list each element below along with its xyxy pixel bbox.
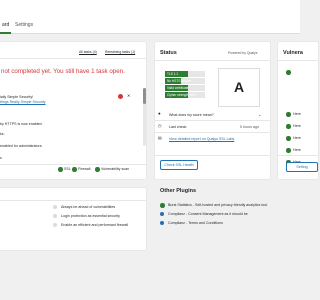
vulnerability-scan-status-label: Vulnerability scan <box>101 167 130 171</box>
check-icon <box>286 112 291 117</box>
divider <box>155 132 270 133</box>
check-ssl-health-button[interactable]: Check SSL Health <box>160 160 198 170</box>
security-feature-item: Login protection as essential security <box>61 214 120 218</box>
ssl-status-label: SSL <box>64 167 71 171</box>
top-tab-bar: ard Settings <box>0 0 300 34</box>
divider <box>155 120 270 121</box>
scrollbar-thumb[interactable] <box>143 88 146 104</box>
status-dot-icon <box>53 205 57 209</box>
task-settings-link[interactable]: ttings Really Simple Security <box>0 100 46 104</box>
filter-remaining-tasks[interactable]: Remaining tasks (1) <box>105 50 135 54</box>
status-dot-icon <box>53 223 57 227</box>
clock-icon: ◷ <box>158 123 162 128</box>
chevron-down-icon[interactable]: ⌄ <box>258 113 261 117</box>
security-features-card: Always be ahead of vulnerabilities Login… <box>0 188 146 250</box>
vulnerability-item: Here <box>293 124 301 128</box>
plugin-item-complianz-terms[interactable]: Complianz - Terms and Conditions <box>168 221 223 225</box>
ssl-grade: A <box>218 68 260 107</box>
plugin-status-icon <box>160 212 164 216</box>
status-card: Status Powered by Qualys <box>155 42 270 179</box>
task-text: enabled for administrators. <box>0 144 43 148</box>
task-text: ks. <box>0 132 5 136</box>
status-bar-label: Cipher strength 90% <box>167 93 197 97</box>
status-bar-label: TLS 1.1 <box>167 72 179 76</box>
plugin-status-icon <box>160 203 165 208</box>
urgent-badge-icon <box>118 94 123 99</box>
vulnerability-item: Here <box>293 148 301 152</box>
firewall-status-label: Firewall <box>78 167 91 171</box>
tab-dashboard[interactable]: ard <box>2 22 9 28</box>
plugin-status-icon <box>160 221 164 225</box>
divider <box>278 60 318 61</box>
tab-settings[interactable]: Settings <box>15 22 33 28</box>
check-icon <box>95 167 100 172</box>
vulnerabilities-title: Vulnera <box>283 50 303 56</box>
status-title: Status <box>160 50 177 56</box>
status-bar-label: No HSTS header <box>167 79 192 83</box>
status-dot-icon <box>53 214 57 218</box>
help-icon: ● <box>158 111 161 116</box>
divider <box>0 200 146 201</box>
task-text: ially Simple Security! <box>0 95 34 99</box>
security-feature-item: Enable an efficient and performant firew… <box>61 223 129 227</box>
plugin-item-burst[interactable]: Burst Statistics - Self-hosted and priva… <box>168 203 268 207</box>
score-meaning-link[interactable]: What does my score mean? <box>169 113 214 117</box>
vulnerability-item: Here <box>293 112 301 116</box>
check-icon <box>286 136 291 141</box>
powered-by-label: Powered by Qualys <box>228 51 258 55</box>
other-plugins-section: Other Plugins Burst Statistics - Self-ho… <box>155 184 290 234</box>
check-icon <box>72 167 77 172</box>
check-icon <box>286 124 291 129</box>
task-text: s <box>0 156 2 160</box>
divider <box>0 58 146 59</box>
last-check-value: 5 hours ago <box>240 125 259 129</box>
vulnerability-item: Here <box>293 136 301 140</box>
other-plugins-title: Other Plugins <box>160 188 197 194</box>
vulnerability-settings-button[interactable]: Setting <box>286 162 318 172</box>
vulnerabilities-card: Vulnera Here Here Here Here Here Setting <box>278 42 318 179</box>
divider <box>155 60 270 61</box>
check-icon <box>58 167 63 172</box>
qualys-report-link[interactable]: View detailed report on Qualys SSL Labs <box>169 137 234 141</box>
divider <box>0 164 146 165</box>
filter-all-tasks[interactable]: All tasks (4) <box>79 50 97 54</box>
security-feature-item: Always be ahead of vulnerabilities <box>61 205 116 209</box>
last-check-label: Last check: <box>169 125 188 129</box>
progress-headline: not completed yet. You still have 1 task… <box>1 68 125 75</box>
document-icon: ▤ <box>158 135 162 140</box>
status-bar-label: Valid certificate <box>167 86 189 90</box>
divider <box>155 155 270 156</box>
active-tab-indicator <box>0 32 11 34</box>
check-icon <box>286 70 291 75</box>
progress-card: All tasks (4) Remaining tasks (1) not co… <box>0 42 146 179</box>
task-text: by HTTPS is now enabled. <box>0 122 43 126</box>
dismiss-icon[interactable]: ✕ <box>127 94 130 98</box>
plugin-item-complianz[interactable]: Complianz - Consent Management as it sho… <box>168 212 248 216</box>
divider <box>278 155 318 156</box>
check-icon <box>286 148 291 153</box>
